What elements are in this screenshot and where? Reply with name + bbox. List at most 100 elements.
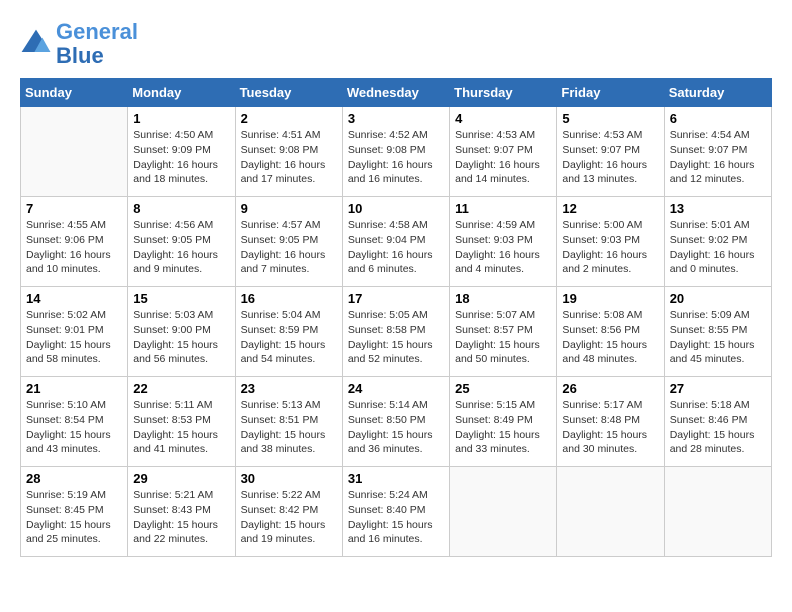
calendar-week-row: 21 Sunrise: 5:10 AM Sunset: 8:54 PM Dayli… (21, 377, 772, 467)
day-info: Sunrise: 5:21 AM Sunset: 8:43 PM Dayligh… (133, 488, 229, 547)
calendar-cell: 16 Sunrise: 5:04 AM Sunset: 8:59 PM Dayli… (235, 287, 342, 377)
day-info: Sunrise: 4:59 AM Sunset: 9:03 PM Dayligh… (455, 218, 551, 277)
calendar-cell: 5 Sunrise: 4:53 AM Sunset: 9:07 PM Daylig… (557, 107, 664, 197)
day-number: 30 (241, 471, 337, 486)
day-info: Sunrise: 5:13 AM Sunset: 8:51 PM Dayligh… (241, 398, 337, 457)
logo: General Blue (20, 20, 138, 68)
day-number: 10 (348, 201, 444, 216)
day-number: 5 (562, 111, 658, 126)
day-number: 12 (562, 201, 658, 216)
day-number: 18 (455, 291, 551, 306)
day-info: Sunrise: 4:57 AM Sunset: 9:05 PM Dayligh… (241, 218, 337, 277)
day-number: 1 (133, 111, 229, 126)
day-number: 28 (26, 471, 122, 486)
day-info: Sunrise: 5:17 AM Sunset: 8:48 PM Dayligh… (562, 398, 658, 457)
calendar-cell: 15 Sunrise: 5:03 AM Sunset: 9:00 PM Dayli… (128, 287, 235, 377)
day-info: Sunrise: 5:01 AM Sunset: 9:02 PM Dayligh… (670, 218, 766, 277)
calendar-cell: 6 Sunrise: 4:54 AM Sunset: 9:07 PM Daylig… (664, 107, 771, 197)
day-number: 21 (26, 381, 122, 396)
calendar-cell: 14 Sunrise: 5:02 AM Sunset: 9:01 PM Dayli… (21, 287, 128, 377)
calendar-cell: 4Sunrise: 4:53 AM Sunset: 9:07 PM Daylig… (450, 107, 557, 197)
calendar-cell: 25 Sunrise: 5:15 AM Sunset: 8:49 PM Dayli… (450, 377, 557, 467)
weekday-header-tuesday: Tuesday (235, 79, 342, 107)
day-info: Sunrise: 4:51 AM Sunset: 9:08 PM Dayligh… (241, 128, 337, 187)
day-info: Sunrise: 5:05 AM Sunset: 8:58 PM Dayligh… (348, 308, 444, 367)
day-info: Sunrise: 4:56 AM Sunset: 9:05 PM Dayligh… (133, 218, 229, 277)
calendar-week-row: 28 Sunrise: 5:19 AM Sunset: 8:45 PM Dayli… (21, 467, 772, 557)
calendar-table: SundayMondayTuesdayWednesdayThursdayFrid… (20, 78, 772, 557)
day-info: Sunrise: 5:00 AM Sunset: 9:03 PM Dayligh… (562, 218, 658, 277)
calendar-cell: 28 Sunrise: 5:19 AM Sunset: 8:45 PM Dayli… (21, 467, 128, 557)
calendar-cell: 9 Sunrise: 4:57 AM Sunset: 9:05 PM Daylig… (235, 197, 342, 287)
calendar-cell: 7 Sunrise: 4:55 AM Sunset: 9:06 PM Daylig… (21, 197, 128, 287)
day-info: Sunrise: 5:24 AM Sunset: 8:40 PM Dayligh… (348, 488, 444, 547)
calendar-cell: 29Sunrise: 5:21 AM Sunset: 8:43 PM Dayli… (128, 467, 235, 557)
calendar-cell: 13 Sunrise: 5:01 AM Sunset: 9:02 PM Dayli… (664, 197, 771, 287)
weekday-header-wednesday: Wednesday (342, 79, 449, 107)
day-info: Sunrise: 4:50 AM Sunset: 9:09 PM Dayligh… (133, 128, 229, 187)
day-info: Sunrise: 5:08 AM Sunset: 8:56 PM Dayligh… (562, 308, 658, 367)
weekday-header-monday: Monday (128, 79, 235, 107)
day-number: 19 (562, 291, 658, 306)
day-number: 26 (562, 381, 658, 396)
day-number: 16 (241, 291, 337, 306)
calendar-cell: 18 Sunrise: 5:07 AM Sunset: 8:57 PM Dayli… (450, 287, 557, 377)
day-number: 9 (241, 201, 337, 216)
day-info: Sunrise: 4:54 AM Sunset: 9:07 PM Dayligh… (670, 128, 766, 187)
weekday-header-saturday: Saturday (664, 79, 771, 107)
day-number: 8 (133, 201, 229, 216)
day-number: 17 (348, 291, 444, 306)
weekday-header-friday: Friday (557, 79, 664, 107)
day-info: Sunrise: 5:14 AM Sunset: 8:50 PM Dayligh… (348, 398, 444, 457)
day-number: 23 (241, 381, 337, 396)
calendar-week-row: 7 Sunrise: 4:55 AM Sunset: 9:06 PM Daylig… (21, 197, 772, 287)
calendar-cell: 23 Sunrise: 5:13 AM Sunset: 8:51 PM Dayli… (235, 377, 342, 467)
day-info: Sunrise: 5:10 AM Sunset: 8:54 PM Dayligh… (26, 398, 122, 457)
day-info: Sunrise: 4:52 AM Sunset: 9:08 PM Dayligh… (348, 128, 444, 187)
day-info: Sunrise: 5:11 AM Sunset: 8:53 PM Dayligh… (133, 398, 229, 457)
day-number: 11 (455, 201, 551, 216)
day-info: Sunrise: 5:19 AM Sunset: 8:45 PM Dayligh… (26, 488, 122, 547)
calendar-cell: 26 Sunrise: 5:17 AM Sunset: 8:48 PM Dayli… (557, 377, 664, 467)
day-info: Sunrise: 4:55 AM Sunset: 9:06 PM Dayligh… (26, 218, 122, 277)
day-info: Sunrise: 5:03 AM Sunset: 9:00 PM Dayligh… (133, 308, 229, 367)
calendar-cell (450, 467, 557, 557)
calendar-cell (557, 467, 664, 557)
logo-text: General Blue (56, 20, 138, 68)
day-info: Sunrise: 5:02 AM Sunset: 9:01 PM Dayligh… (26, 308, 122, 367)
calendar-week-row: 14 Sunrise: 5:02 AM Sunset: 9:01 PM Dayli… (21, 287, 772, 377)
calendar-cell: 11 Sunrise: 4:59 AM Sunset: 9:03 PM Dayli… (450, 197, 557, 287)
day-number: 15 (133, 291, 229, 306)
day-number: 13 (670, 201, 766, 216)
calendar-cell: 27Sunrise: 5:18 AM Sunset: 8:46 PM Dayli… (664, 377, 771, 467)
weekday-header-thursday: Thursday (450, 79, 557, 107)
calendar-cell: 17 Sunrise: 5:05 AM Sunset: 8:58 PM Dayli… (342, 287, 449, 377)
day-number: 25 (455, 381, 551, 396)
calendar-cell: 2 Sunrise: 4:51 AM Sunset: 9:08 PM Daylig… (235, 107, 342, 197)
day-info: Sunrise: 5:15 AM Sunset: 8:49 PM Dayligh… (455, 398, 551, 457)
calendar-cell: 8 Sunrise: 4:56 AM Sunset: 9:05 PM Daylig… (128, 197, 235, 287)
weekday-header-sunday: Sunday (21, 79, 128, 107)
calendar-week-row: 1 Sunrise: 4:50 AM Sunset: 9:09 PM Daylig… (21, 107, 772, 197)
day-number: 20 (670, 291, 766, 306)
page-header: General Blue (20, 20, 772, 68)
day-info: Sunrise: 4:53 AM Sunset: 9:07 PM Dayligh… (562, 128, 658, 187)
day-number: 3 (348, 111, 444, 126)
calendar-cell (21, 107, 128, 197)
day-number: 7 (26, 201, 122, 216)
day-number: 31 (348, 471, 444, 486)
calendar-cell: 31 Sunrise: 5:24 AM Sunset: 8:40 PM Dayli… (342, 467, 449, 557)
day-info: Sunrise: 4:53 AM Sunset: 9:07 PM Dayligh… (455, 128, 551, 187)
day-info: Sunrise: 5:04 AM Sunset: 8:59 PM Dayligh… (241, 308, 337, 367)
day-number: 6 (670, 111, 766, 126)
calendar-cell: 22 Sunrise: 5:11 AM Sunset: 8:53 PM Dayli… (128, 377, 235, 467)
weekday-header-row: SundayMondayTuesdayWednesdayThursdayFrid… (21, 79, 772, 107)
day-info: Sunrise: 5:09 AM Sunset: 8:55 PM Dayligh… (670, 308, 766, 367)
day-number: 2 (241, 111, 337, 126)
day-number: 22 (133, 381, 229, 396)
calendar-cell: 20 Sunrise: 5:09 AM Sunset: 8:55 PM Dayli… (664, 287, 771, 377)
day-info: Sunrise: 5:07 AM Sunset: 8:57 PM Dayligh… (455, 308, 551, 367)
calendar-cell: 19 Sunrise: 5:08 AM Sunset: 8:56 PM Dayli… (557, 287, 664, 377)
day-number: 14 (26, 291, 122, 306)
calendar-cell: 1 Sunrise: 4:50 AM Sunset: 9:09 PM Daylig… (128, 107, 235, 197)
